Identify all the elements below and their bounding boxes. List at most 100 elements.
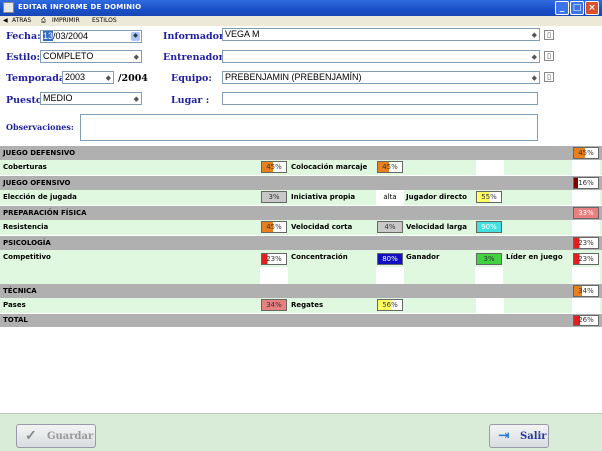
section-title: PSICOLOGÍA bbox=[3, 239, 51, 247]
score-box[interactable]: 34% bbox=[261, 299, 287, 311]
chevron-down-icon[interactable]: ◆ bbox=[532, 73, 537, 83]
fecha-day: 13 bbox=[43, 31, 54, 41]
checkmark-icon: ✓ bbox=[25, 428, 37, 444]
item-label: Velocidad larga bbox=[406, 223, 468, 231]
score-box: 34% bbox=[573, 285, 599, 297]
section-title: PREPARACIÓN FÍSICA bbox=[3, 209, 87, 217]
score-box[interactable]: 45% bbox=[261, 161, 287, 173]
puesto-value: MEDIO bbox=[43, 93, 73, 103]
section-header-psicologia: PSICOLOGÍA 23% bbox=[0, 236, 602, 250]
subrow-tecnica: Pases 34% Regates 56% bbox=[0, 298, 602, 313]
item-label: Concentración bbox=[291, 253, 348, 261]
entrenador-detail-icon[interactable]: ▯ bbox=[544, 51, 554, 61]
score-box[interactable]: 55% bbox=[476, 191, 502, 203]
subrow-ofensivo: Elección de jugada 3% Iniciativa propia … bbox=[0, 190, 602, 205]
empty-cell bbox=[260, 267, 288, 284]
title-bar: EDITAR INFORME DE DOMINIO _ □ × bbox=[0, 0, 602, 16]
informador-label: Informador: bbox=[163, 31, 228, 42]
equipo-detail-icon[interactable]: ▯ bbox=[544, 72, 554, 82]
item-label: Elección de jugada bbox=[3, 193, 77, 201]
score-box[interactable]: 4% bbox=[377, 221, 403, 233]
guardar-label: Guardar bbox=[47, 431, 94, 442]
score-box[interactable]: 56% bbox=[377, 299, 403, 311]
item-label: Ganador bbox=[406, 253, 440, 261]
score-box: 33% bbox=[573, 207, 599, 219]
informador-detail-icon[interactable]: ▯ bbox=[544, 30, 554, 40]
calendar-spin-icon[interactable]: ◆ bbox=[131, 32, 140, 41]
total-score-box: 26% bbox=[573, 315, 599, 326]
close-button[interactable]: × bbox=[585, 1, 599, 15]
score-box: 16% bbox=[573, 177, 599, 189]
informador-value: VEGA M bbox=[225, 29, 260, 39]
chevron-down-icon[interactable]: ◆ bbox=[134, 52, 139, 62]
app-icon bbox=[3, 2, 14, 13]
salir-button[interactable]: ⇥ Salir bbox=[489, 424, 549, 448]
print-link[interactable]: IMPRIMIR bbox=[52, 17, 80, 24]
section-title: TÉCNICA bbox=[3, 287, 37, 295]
total-label: TOTAL bbox=[3, 316, 28, 324]
empty-cell bbox=[572, 190, 600, 205]
item-label: Jugador directo bbox=[406, 193, 467, 201]
empty-cell bbox=[572, 160, 600, 175]
item-label: Colocación marcaje bbox=[291, 163, 368, 171]
section-header-ofensivo: JUEGO OFENSIVO 16% bbox=[0, 176, 602, 190]
score-box[interactable]: 90% bbox=[476, 221, 502, 233]
score-box[interactable]: 3% bbox=[476, 253, 502, 265]
back-arrow-icon[interactable]: ◀ bbox=[3, 17, 8, 24]
back-link[interactable]: ATRAS bbox=[12, 17, 31, 24]
fecha-label: Fecha: bbox=[6, 31, 41, 42]
chevron-down-icon[interactable]: ◆ bbox=[532, 30, 537, 40]
puesto-select[interactable]: MEDIO ◆ bbox=[40, 92, 142, 105]
empty-cell bbox=[476, 298, 504, 313]
item-label: Competitivo bbox=[3, 253, 51, 261]
item-label: Coberturas bbox=[3, 163, 47, 171]
observaciones-input[interactable] bbox=[80, 114, 538, 141]
section-header-defensivo: JUEGO DEFENSIVO 45% bbox=[0, 146, 602, 160]
score-box: 45% bbox=[573, 147, 599, 159]
entrenador-select[interactable]: ◆ bbox=[222, 50, 540, 63]
maximize-button[interactable]: □ bbox=[570, 1, 584, 15]
temporada-value: 2003 bbox=[65, 72, 86, 82]
equipo-value: PREBENJAMIN (PREBENJAMÍN) bbox=[225, 72, 362, 82]
section-title: JUEGO DEFENSIVO bbox=[3, 149, 76, 157]
observaciones-label: Observaciones: bbox=[6, 122, 74, 132]
score-box: 23% bbox=[573, 237, 599, 249]
item-label: Iniciativa propia bbox=[291, 193, 356, 201]
lugar-input[interactable] bbox=[222, 92, 538, 105]
minimize-button[interactable]: _ bbox=[555, 1, 569, 15]
item-label: Regates bbox=[291, 301, 324, 309]
score-box[interactable]: 45% bbox=[261, 221, 287, 233]
empty-cell bbox=[572, 220, 600, 235]
salir-label: Salir bbox=[520, 431, 547, 442]
score-box[interactable]: 23% bbox=[573, 253, 599, 265]
equipo-label: Equipo: bbox=[171, 73, 212, 84]
fecha-field[interactable]: 13/03/2004 ◆ bbox=[40, 30, 142, 43]
item-label: Pases bbox=[3, 301, 26, 309]
window-title: EDITAR INFORME DE DOMINIO bbox=[18, 3, 142, 11]
guardar-button[interactable]: ✓ Guardar bbox=[16, 424, 96, 448]
temporada-end: /2004 bbox=[118, 73, 148, 84]
score-box[interactable]: 45% bbox=[377, 161, 403, 173]
lugar-label: Lugar : bbox=[171, 95, 210, 106]
chevron-down-icon[interactable]: ◆ bbox=[532, 52, 537, 62]
section-header-tecnica: TÉCNICA 34% bbox=[0, 284, 602, 298]
printer-icon[interactable]: ⎙ bbox=[41, 17, 46, 25]
exit-door-icon: ⇥ bbox=[498, 428, 510, 444]
temporada-label: Temporada: bbox=[6, 73, 69, 84]
empty-cell bbox=[572, 267, 600, 284]
item-label: Resistencia bbox=[3, 223, 49, 231]
empty-cell bbox=[572, 298, 600, 313]
score-box[interactable]: 80% bbox=[377, 253, 403, 265]
styles-link[interactable]: ESTILOS bbox=[92, 17, 117, 24]
temporada-select[interactable]: 2003 ◆ bbox=[62, 71, 114, 84]
chevron-down-icon[interactable]: ◆ bbox=[134, 94, 139, 104]
subrow-defensivo: Coberturas 45% Colocación marcaje 45% bbox=[0, 160, 602, 175]
score-box[interactable]: 3% bbox=[261, 191, 287, 203]
equipo-select[interactable]: PREBENJAMIN (PREBENJAMÍN) ◆ bbox=[222, 71, 540, 84]
chevron-down-icon[interactable]: ◆ bbox=[106, 73, 111, 83]
level-value[interactable]: alta bbox=[376, 190, 404, 205]
estilo-select[interactable]: COMPLETO ◆ bbox=[40, 50, 142, 63]
fecha-rest: /03/2004 bbox=[53, 31, 89, 41]
informador-select[interactable]: VEGA M ◆ bbox=[222, 28, 540, 41]
score-box[interactable]: 23% bbox=[261, 253, 287, 265]
